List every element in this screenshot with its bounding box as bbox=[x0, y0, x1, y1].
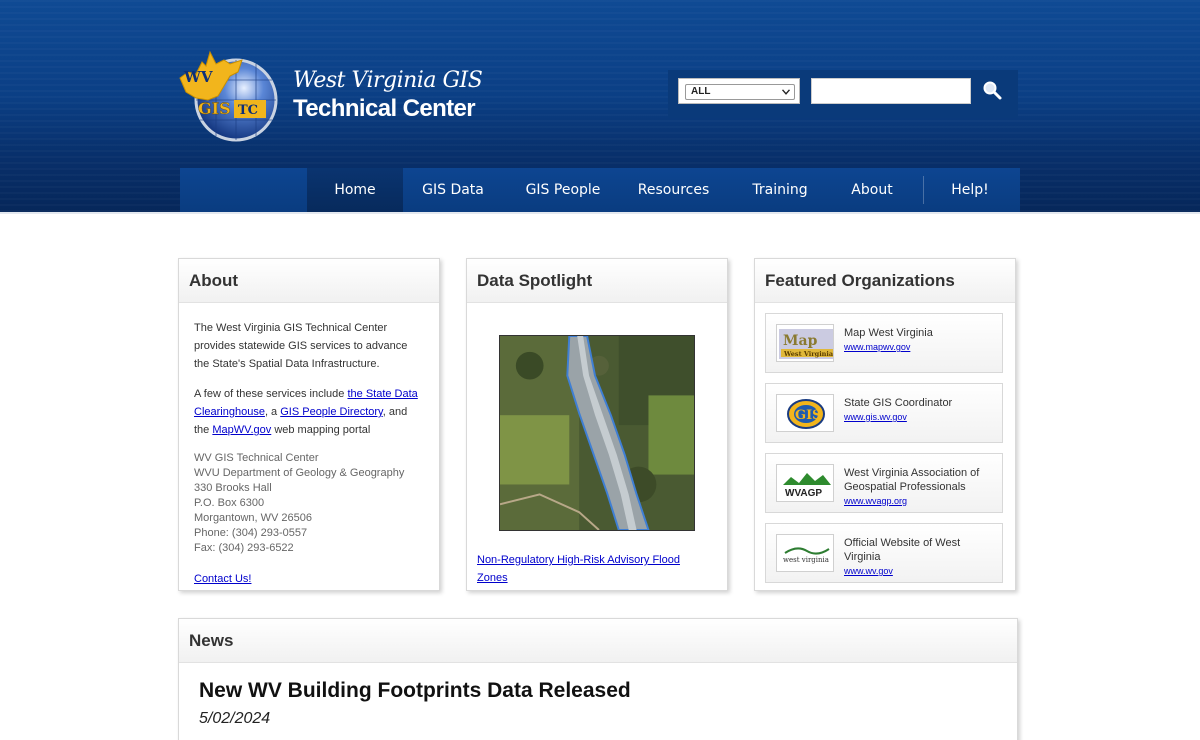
org-card-mapwv[interactable]: Map West Virginia Map West Virginia www.… bbox=[765, 313, 1003, 373]
org-card-gis-coordinator[interactable]: GIS State GIS Coordinator www.gis.wv.gov bbox=[765, 383, 1003, 443]
spotlight-panel: Data Spotlight Non-Regulatory High-Risk … bbox=[466, 258, 728, 591]
mapwv-logo-image: Map West Virginia bbox=[777, 325, 834, 361]
org-url-link[interactable]: www.wvagp.org bbox=[844, 494, 994, 508]
contact-address: WV GIS Technical Center WVU Department o… bbox=[194, 452, 405, 554]
svg-text:WVAGP: WVAGP bbox=[785, 488, 822, 499]
flood-zone-aerial-image[interactable] bbox=[499, 335, 695, 531]
chevron-down-icon bbox=[782, 89, 790, 95]
main-nav: Home GIS Data GIS People Resources Train… bbox=[180, 168, 1020, 212]
nav-gis-data[interactable]: GIS Data bbox=[406, 168, 500, 212]
nav-home[interactable]: Home bbox=[307, 168, 403, 212]
org-card-wv-gov[interactable]: west virginia Official Website of West V… bbox=[765, 523, 1003, 583]
search-scope-select[interactable]: ALL bbox=[678, 78, 800, 104]
nav-gis-people[interactable]: GIS People bbox=[513, 168, 613, 212]
org-url-link[interactable]: www.gis.wv.gov bbox=[844, 410, 994, 424]
org-url-link[interactable]: www.wv.gov bbox=[844, 564, 994, 578]
mapwv-logo[interactable]: Map West Virginia bbox=[776, 324, 834, 362]
wvagp-logo[interactable]: WVAGP bbox=[776, 464, 834, 502]
about-body: The West Virginia GIS Technical Center p… bbox=[179, 303, 439, 588]
org-url-link[interactable]: www.mapwv.gov bbox=[844, 340, 994, 354]
search-input[interactable] bbox=[811, 78, 971, 104]
nav-training[interactable]: Training bbox=[736, 168, 824, 212]
wv-gov-logo[interactable]: west virginia bbox=[776, 534, 834, 572]
logo-tc-text: TC bbox=[238, 103, 258, 118]
nav-help[interactable]: Help! bbox=[926, 168, 1014, 212]
news-date: 5/02/2024 bbox=[199, 710, 271, 727]
svg-text:GIS: GIS bbox=[795, 408, 822, 423]
spotlight-panel-title: Data Spotlight bbox=[467, 259, 727, 303]
search-scope-value[interactable]: ALL bbox=[685, 84, 795, 100]
search-icon[interactable] bbox=[980, 78, 1006, 104]
org-card-wvagp[interactable]: WVAGP West Virginia Association of Geosp… bbox=[765, 453, 1003, 513]
org-name: West Virginia Association of Geospatial … bbox=[844, 467, 980, 493]
news-panel: News New WV Building Footprints Data Rel… bbox=[178, 618, 1018, 740]
nav-separator bbox=[923, 176, 924, 204]
svg-text:west virginia: west virginia bbox=[783, 556, 829, 564]
mapwv-logo-text: Map bbox=[783, 333, 818, 349]
about-panel-title: About bbox=[179, 259, 439, 303]
link-gis-people-directory[interactable]: GIS People Directory bbox=[280, 406, 383, 418]
nav-resources[interactable]: Resources bbox=[625, 168, 722, 212]
org-name: Map West Virginia bbox=[844, 327, 933, 339]
gis-coordinator-logo[interactable]: GIS bbox=[776, 394, 834, 432]
brand-title-line1: West Virginia GIS bbox=[293, 68, 483, 93]
search-bar: ALL bbox=[668, 70, 1018, 118]
svg-text:West Virginia: West Virginia bbox=[783, 350, 834, 358]
featured-orgs-panel: Featured Organizations Map West Virginia… bbox=[754, 258, 1016, 591]
about-intro: The West Virginia GIS Technical Center p… bbox=[194, 322, 408, 370]
logo-gis-text: GIS bbox=[198, 99, 231, 118]
org-name: Official Website of West Virginia bbox=[844, 537, 961, 563]
logo-wv-text: WV bbox=[183, 68, 213, 86]
about-panel: About The West Virginia GIS Technical Ce… bbox=[178, 258, 440, 591]
flood-zones-link[interactable]: Non-Regulatory High-Risk Advisory Flood … bbox=[477, 551, 707, 587]
news-panel-title: News bbox=[179, 619, 1017, 663]
featured-orgs-title: Featured Organizations bbox=[755, 259, 1015, 303]
brand-title-line2: Technical Center bbox=[293, 95, 476, 122]
org-name: State GIS Coordinator bbox=[844, 397, 953, 409]
contact-us-link[interactable]: Contact Us! bbox=[194, 573, 251, 585]
link-mapwv[interactable]: MapWV.gov bbox=[212, 424, 271, 436]
nav-about[interactable]: About bbox=[833, 168, 911, 212]
wvagp-logo-image: WVAGP bbox=[783, 473, 831, 499]
about-services: A few of these services include the Stat… bbox=[194, 388, 418, 436]
wv-gov-logo-image: west virginia bbox=[783, 547, 830, 564]
gis-coordinator-logo-image: GIS bbox=[787, 399, 825, 429]
wvgistc-logo[interactable]: WV GIS TC bbox=[178, 42, 278, 142]
news-headline[interactable]: New WV Building Footprints Data Released bbox=[199, 679, 631, 703]
